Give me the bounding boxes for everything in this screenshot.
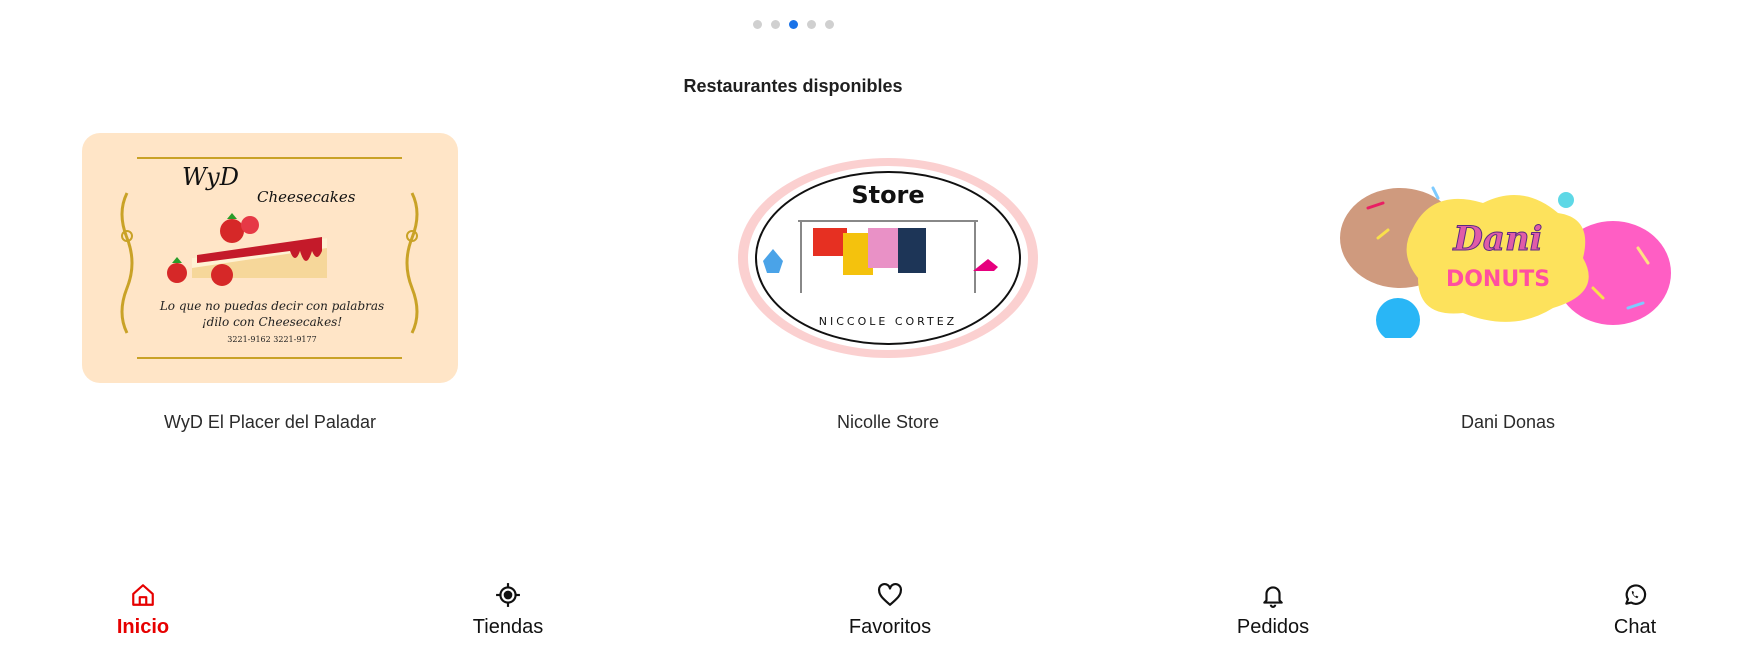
restaurant-name[interactable]: WyD El Placer del Paladar: [82, 412, 458, 433]
nav-item-pedidos[interactable]: Pedidos: [1203, 580, 1343, 639]
carousel-dot[interactable]: [752, 20, 762, 29]
nav-label-favoritos: Favoritos: [848, 616, 932, 638]
restaurant-name[interactable]: Nicolle Store: [700, 412, 1076, 433]
nav-label-tiendas: Tiendas: [472, 616, 544, 638]
section-title: Restaurantes disponibles: [683, 76, 903, 96]
wyd-logo-title: WyD: [182, 163, 239, 191]
carousel-indicators: [0, 20, 1586, 29]
wyd-cheesecakes-logo: WyD Cheesecakes Lo que no puedas decir c…: [82, 133, 458, 383]
nav-item-chat[interactable]: Chat: [1565, 580, 1705, 639]
carousel-dot[interactable]: [770, 20, 780, 29]
restaurant-card-wyd[interactable]: WyD Cheesecakes Lo que no puedas decir c…: [82, 133, 458, 433]
home-icon: [73, 580, 213, 610]
nav-item-inicio[interactable]: Inicio: [73, 580, 213, 639]
wyd-logo-slogan: Lo que no puedas decir con palabras ¡dil…: [122, 298, 422, 330]
bell-icon: [1203, 580, 1343, 610]
nav-label-pedidos: Pedidos: [1236, 616, 1310, 638]
carousel-dot[interactable]: [806, 20, 816, 29]
wyd-logo-phones: 3221-9162 3221-9177: [227, 335, 317, 344]
restaurant-card-nicolle-store[interactable]: Store NICCOLE CORTEZ Nicolle Store: [700, 133, 1076, 433]
nav-label-chat: Chat: [1613, 616, 1657, 638]
dani-donuts-logo: Dani DONUTS: [1340, 186, 1671, 338]
bottom-navigation: Inicio Tiendas Favoritos Pedidos Chat: [0, 580, 1757, 650]
nav-item-tiendas[interactable]: Tiendas: [438, 580, 578, 639]
dani-logo-line-1: Dani: [1452, 219, 1542, 259]
carousel-dot[interactable]: [824, 20, 834, 29]
restaurant-card-dani-donas[interactable]: Dani DONUTS Dani Donas: [1320, 133, 1696, 433]
dani-logo-line-2: DONUTS: [1446, 267, 1550, 292]
location-target-icon: [438, 580, 578, 610]
restaurant-name[interactable]: Dani Donas: [1320, 412, 1696, 433]
nav-label-inicio: Inicio: [116, 616, 170, 638]
nicolle-store-logo: Store NICCOLE CORTEZ: [738, 158, 1038, 358]
wyd-logo-subtitle: Cheesecakes: [257, 188, 356, 206]
carousel-dot-active[interactable]: [788, 20, 798, 29]
heart-icon: [820, 580, 960, 610]
store-logo-top-text: Store: [851, 181, 924, 209]
store-logo-bottom-text: NICCOLE CORTEZ: [819, 315, 957, 328]
wyd-frame-graphic: [120, 157, 419, 359]
nav-item-favoritos[interactable]: Favoritos: [820, 580, 960, 639]
wyd-slogan-line-1: Lo que no puedas decir con palabras: [159, 299, 385, 313]
wyd-slogan-line-2: ¡dilo con Cheesecakes!: [201, 315, 343, 329]
whatsapp-icon: [1565, 580, 1705, 610]
